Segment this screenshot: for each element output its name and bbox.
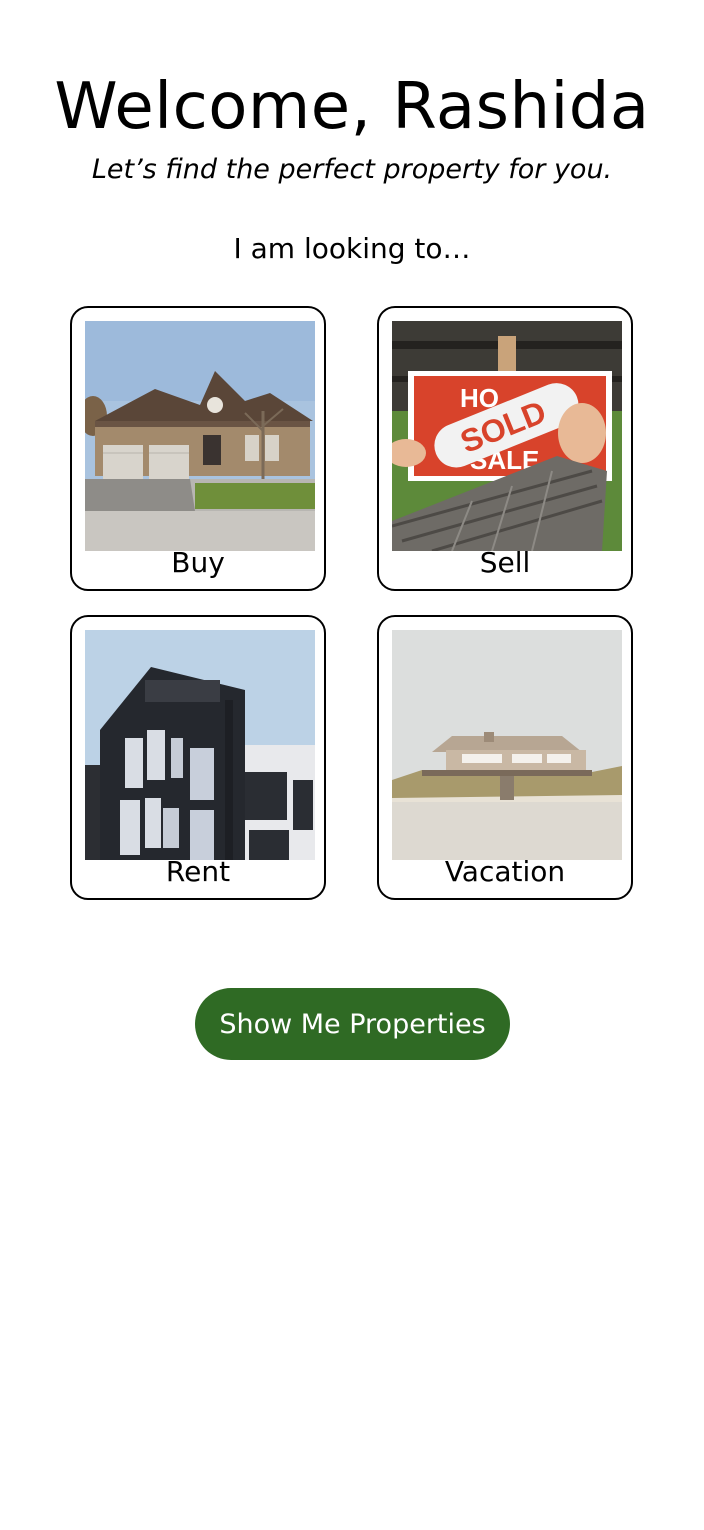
page-title: Welcome, Rashida (54, 70, 650, 144)
option-label-buy: Buy (171, 546, 225, 579)
option-label-sell: Sell (479, 546, 531, 579)
page-subtitle: Let’s find the perfect property for you. (91, 154, 613, 185)
option-label-rent: Rent (165, 855, 231, 888)
option-card-buy[interactable]: Buy (70, 306, 326, 591)
rent-building-image (85, 630, 315, 860)
option-label-vacation: Vacation (444, 855, 566, 888)
sell-sign-image: HO SALE SOLD (392, 321, 622, 551)
vacation-house-image (392, 630, 622, 860)
option-card-vacation[interactable]: Vacation (377, 615, 633, 900)
looking-to-prompt: I am looking to… (233, 232, 471, 265)
show-properties-button[interactable]: Show Me Properties (195, 988, 510, 1060)
option-card-sell[interactable]: HO SALE SOLD Sell (377, 306, 633, 591)
option-card-rent[interactable]: Rent (70, 615, 326, 900)
buy-house-image (85, 321, 315, 551)
